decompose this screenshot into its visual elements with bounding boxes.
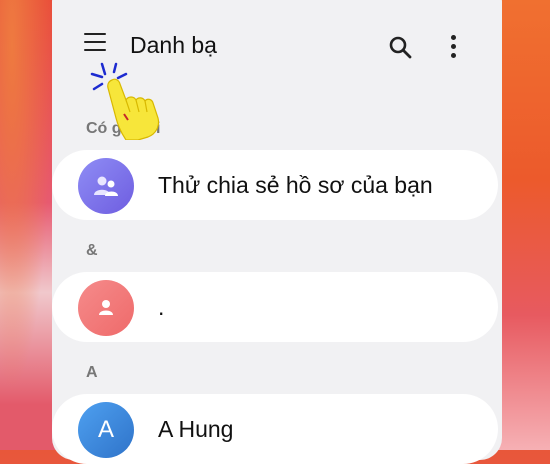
more-options-icon[interactable] xyxy=(446,35,460,61)
search-icon[interactable] xyxy=(388,35,412,59)
profile-share-icon xyxy=(78,158,134,214)
person-icon xyxy=(78,280,134,336)
list-item-label: Thử chia sẻ hồ sơ của bạn xyxy=(158,172,433,198)
section-label-a: A xyxy=(86,364,98,381)
menu-icon[interactable] xyxy=(84,33,106,53)
section-label-symbol: & xyxy=(86,242,98,259)
contact-row-dot[interactable]: . xyxy=(52,272,498,342)
contact-name: . xyxy=(158,294,165,320)
page-title: Danh bạ xyxy=(130,32,217,58)
contact-row-a-hung[interactable]: A A Hung xyxy=(52,394,498,464)
tap-hand-pointer-icon xyxy=(90,62,160,140)
contact-name: A Hung xyxy=(158,416,234,442)
wallpaper-left xyxy=(0,0,60,450)
list-item-share-profile[interactable]: Thử chia sẻ hồ sơ của bạn xyxy=(52,150,498,220)
